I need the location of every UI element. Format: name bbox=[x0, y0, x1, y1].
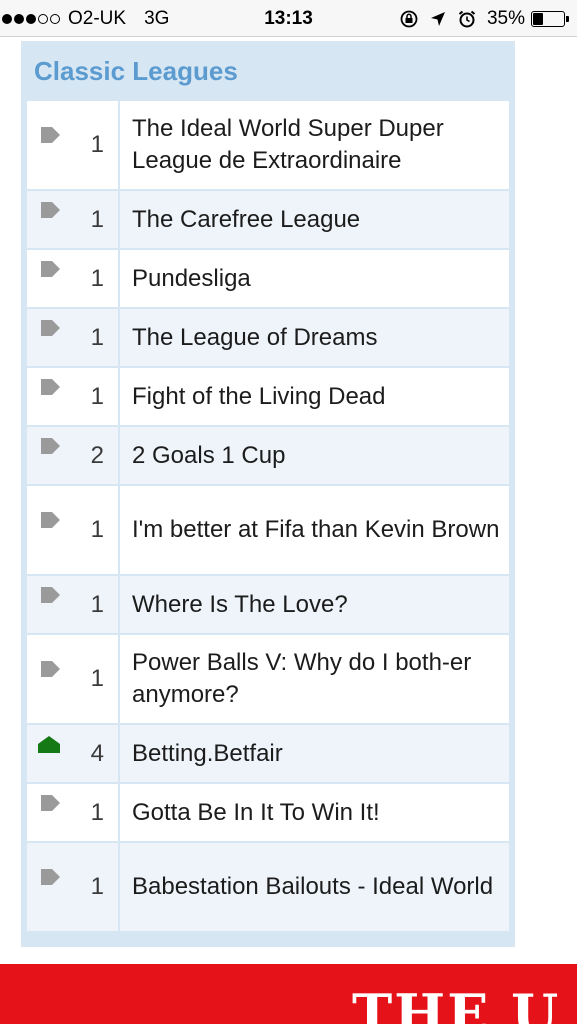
league-name-link[interactable]: Power Balls V: Why do I both-er anymore? bbox=[120, 635, 509, 723]
league-row[interactable]: 1 Gotta Be In It To Win It! bbox=[27, 784, 509, 841]
league-rank-cell: 1 bbox=[27, 843, 118, 931]
league-name: Babestation Bailouts - Ideal World bbox=[132, 873, 494, 900]
movement-same-icon bbox=[39, 867, 63, 887]
league-name: Power Balls V: Why do I both-er anymore? bbox=[132, 649, 472, 708]
league-name: Fight of the Living Dead bbox=[132, 382, 386, 410]
league-rank: 1 bbox=[90, 665, 104, 692]
league-name-link[interactable]: The Carefree League bbox=[120, 191, 509, 248]
movement-same-icon bbox=[39, 585, 63, 605]
bottom-banner[interactable]: THE U bbox=[0, 964, 577, 1024]
movement-same-icon bbox=[39, 436, 63, 456]
league-name: Where Is The Love? bbox=[132, 590, 348, 618]
league-name-link[interactable]: Where Is The Love? bbox=[120, 576, 509, 633]
rotation-lock-icon bbox=[399, 9, 419, 29]
movement-same-icon bbox=[39, 125, 63, 145]
league-rank-cell: 1 bbox=[27, 635, 118, 723]
league-row[interactable]: 1 Where Is The Love? bbox=[27, 576, 509, 633]
battery-percent: 35% bbox=[486, 7, 525, 29]
league-rank-cell: 1 bbox=[27, 486, 118, 574]
panel-title: Classic Leagues bbox=[34, 56, 238, 86]
league-rank: 2 bbox=[90, 441, 104, 469]
league-name-link[interactable]: Pundesliga bbox=[120, 250, 509, 307]
movement-same-icon bbox=[39, 200, 63, 220]
league-name-link[interactable]: 2 Goals 1 Cup bbox=[120, 427, 509, 484]
league-row[interactable]: 1 The Carefree League bbox=[27, 191, 509, 248]
league-row[interactable]: 1 Power Balls V: Why do I both-er anymore… bbox=[27, 635, 509, 723]
league-name-link[interactable]: The League of Dreams bbox=[120, 309, 509, 366]
movement-same-icon bbox=[39, 793, 63, 813]
league-row[interactable]: 1 Babestation Bailouts - Ideal World bbox=[27, 843, 509, 931]
location-arrow-icon bbox=[429, 10, 447, 28]
league-rank-cell: 1 bbox=[27, 191, 118, 248]
league-row[interactable]: 2 2 Goals 1 Cup bbox=[27, 427, 509, 484]
league-row[interactable]: 1 The League of Dreams bbox=[27, 309, 509, 366]
league-row[interactable]: 1 Pundesliga bbox=[27, 250, 509, 307]
league-rank: 1 bbox=[90, 516, 104, 543]
battery-icon bbox=[531, 10, 569, 27]
league-name: I'm better at Fifa than Kevin Brown bbox=[132, 516, 500, 543]
league-name: The Carefree League bbox=[132, 205, 361, 233]
league-name-link[interactable]: The Ideal World Super Duper League de Ex… bbox=[120, 101, 509, 189]
league-rank: 4 bbox=[90, 739, 104, 767]
league-rank-cell: 1 bbox=[27, 368, 118, 425]
league-name-link[interactable]: Betting.Betfair bbox=[120, 725, 509, 782]
movement-same-icon bbox=[39, 318, 63, 338]
league-rank: 1 bbox=[90, 264, 104, 292]
league-rank-cell: 1 bbox=[27, 250, 118, 307]
banner-logo: THE U bbox=[352, 982, 561, 1024]
league-row[interactable]: 1 I'm better at Fifa than Kevin Brown bbox=[27, 486, 509, 574]
league-rank-cell: 4 bbox=[27, 725, 118, 782]
movement-same-icon bbox=[39, 659, 63, 679]
league-name-link[interactable]: Babestation Bailouts - Ideal World bbox=[120, 843, 509, 931]
league-row[interactable]: 1 The Ideal World Super Duper League de E… bbox=[27, 101, 509, 189]
league-rank: 1 bbox=[90, 205, 104, 233]
movement-up-icon bbox=[37, 734, 61, 754]
league-name: 2 Goals 1 Cup bbox=[132, 441, 286, 469]
league-rank: 1 bbox=[90, 131, 104, 158]
league-list: 1 The Ideal World Super Duper League de E… bbox=[27, 101, 509, 931]
league-name: The League of Dreams bbox=[132, 323, 378, 351]
movement-same-icon bbox=[39, 510, 63, 530]
league-name: Pundesliga bbox=[132, 264, 251, 292]
league-rank: 1 bbox=[90, 798, 104, 826]
league-rank-cell: 1 bbox=[27, 101, 118, 189]
movement-same-icon bbox=[39, 377, 63, 397]
classic-leagues-panel: Classic Leagues 1 The Ideal World Super D… bbox=[21, 41, 515, 947]
league-rank: 1 bbox=[90, 873, 104, 900]
league-rank: 1 bbox=[90, 382, 104, 410]
league-name-link[interactable]: I'm better at Fifa than Kevin Brown bbox=[120, 486, 509, 574]
league-rank-cell: 2 bbox=[27, 427, 118, 484]
league-rank: 1 bbox=[90, 323, 104, 351]
league-name: Betting.Betfair bbox=[132, 739, 283, 767]
league-rank-cell: 1 bbox=[27, 784, 118, 841]
league-name-link[interactable]: Fight of the Living Dead bbox=[120, 368, 509, 425]
league-row[interactable]: 1 Fight of the Living Dead bbox=[27, 368, 509, 425]
league-row[interactable]: 4 Betting.Betfair bbox=[27, 725, 509, 782]
status-bar: O2-UK 3G 13:13 35% bbox=[0, 0, 577, 37]
status-right: 35% bbox=[389, 0, 569, 37]
alarm-clock-icon bbox=[457, 9, 477, 29]
league-rank: 1 bbox=[90, 590, 104, 618]
league-name: The Ideal World Super Duper League de Ex… bbox=[132, 115, 444, 174]
movement-same-icon bbox=[39, 259, 63, 279]
league-name: Gotta Be In It To Win It! bbox=[132, 798, 380, 826]
league-rank-cell: 1 bbox=[27, 309, 118, 366]
league-rank-cell: 1 bbox=[27, 576, 118, 633]
league-name-link[interactable]: Gotta Be In It To Win It! bbox=[120, 784, 509, 841]
